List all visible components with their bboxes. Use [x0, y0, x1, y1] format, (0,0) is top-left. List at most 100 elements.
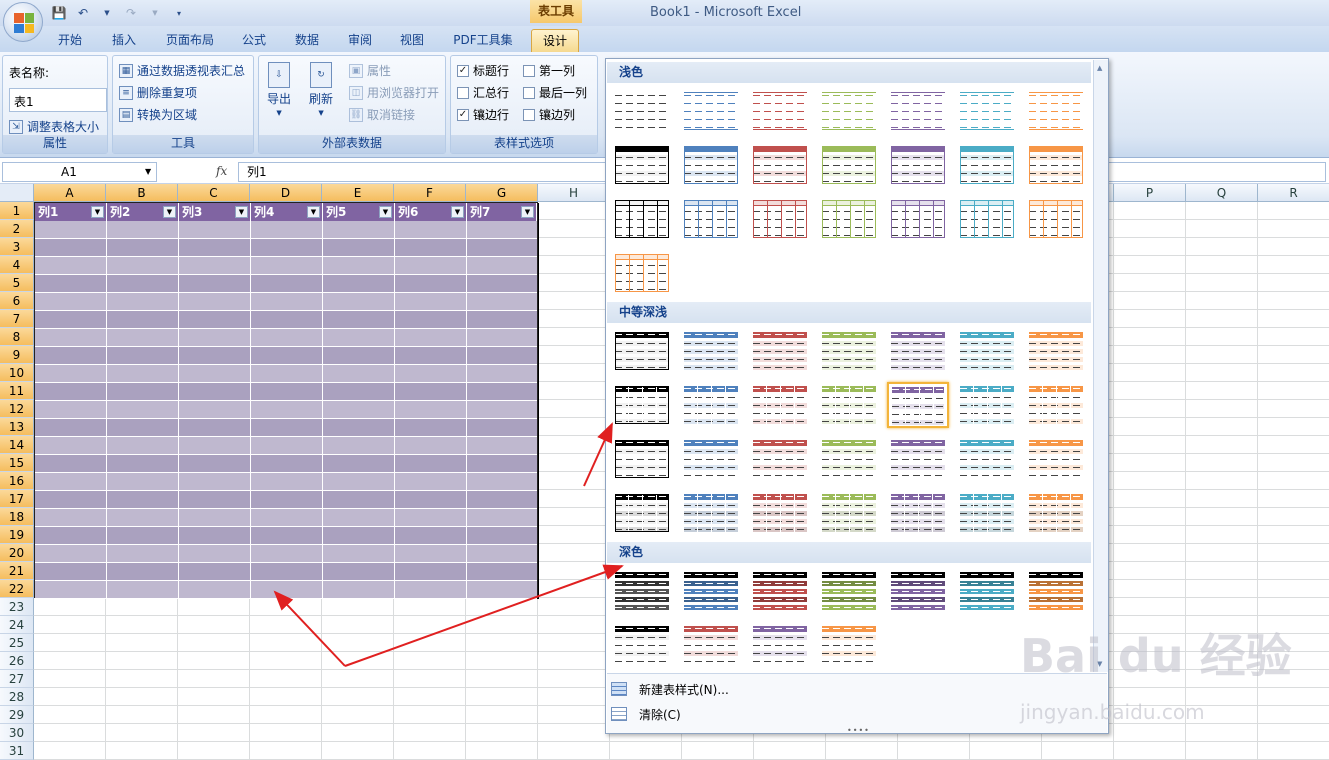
- row-header-22[interactable]: 22: [0, 580, 34, 598]
- row-header-19[interactable]: 19: [0, 526, 34, 544]
- row-header-26[interactable]: 26: [0, 652, 34, 670]
- filter-dropdown-icon[interactable]: ▼: [163, 206, 176, 218]
- table-style-swatch[interactable]: [680, 328, 742, 374]
- table-style-swatch[interactable]: [611, 196, 673, 242]
- row-header-12[interactable]: 12: [0, 400, 34, 418]
- table-style-swatch[interactable]: [611, 142, 673, 188]
- column-header-f[interactable]: F: [394, 184, 466, 202]
- row-header-1[interactable]: 1: [0, 202, 34, 220]
- column-header-b[interactable]: B: [106, 184, 178, 202]
- table-style-swatch[interactable]: [956, 568, 1018, 614]
- column-header-h[interactable]: H: [538, 184, 610, 202]
- column-header-p[interactable]: P: [1114, 184, 1186, 202]
- table-style-swatch[interactable]: [749, 568, 811, 614]
- table-style-swatch[interactable]: [1025, 328, 1087, 374]
- table-style-swatch[interactable]: [818, 436, 880, 482]
- table-style-swatch[interactable]: [887, 142, 949, 188]
- row-header-30[interactable]: 30: [0, 724, 34, 742]
- unlink-button[interactable]: ⛓ 取消链接: [349, 106, 415, 123]
- last-column-checkbox[interactable]: 最后一列: [523, 84, 587, 101]
- table-style-swatch[interactable]: [680, 382, 742, 428]
- table-style-swatch[interactable]: [749, 436, 811, 482]
- row-header-7[interactable]: 7: [0, 310, 34, 328]
- tab-page-layout[interactable]: 页面布局: [158, 29, 222, 52]
- clear-style-item[interactable]: 清除(C): [611, 703, 681, 725]
- row-header-14[interactable]: 14: [0, 436, 34, 454]
- table-style-swatch[interactable]: [749, 196, 811, 242]
- tab-view[interactable]: 视图: [392, 29, 432, 52]
- table-style-swatch[interactable]: [611, 568, 673, 614]
- column-header-g[interactable]: G: [466, 184, 538, 202]
- table-header-cell[interactable]: 列1 ▼: [35, 203, 107, 221]
- new-table-style-item[interactable]: 新建表样式(N)...: [611, 678, 729, 700]
- table-row[interactable]: [35, 509, 537, 527]
- table-style-swatch[interactable]: [956, 142, 1018, 188]
- table-row[interactable]: [35, 311, 537, 329]
- table-style-swatch[interactable]: [749, 490, 811, 536]
- table-row[interactable]: [35, 491, 537, 509]
- column-header-d[interactable]: D: [250, 184, 322, 202]
- table-header-cell[interactable]: 列3 ▼: [179, 203, 251, 221]
- refresh-button[interactable]: ↻ 刷新 ▼: [309, 62, 333, 117]
- table-style-swatch[interactable]: [1025, 382, 1087, 428]
- table-style-swatch[interactable]: [680, 88, 742, 134]
- table-row[interactable]: [35, 563, 537, 581]
- remove-duplicates-button[interactable]: ≡ 删除重复项: [119, 84, 197, 101]
- table-style-swatch[interactable]: [611, 382, 673, 428]
- table-style-swatch[interactable]: [956, 490, 1018, 536]
- row-header-17[interactable]: 17: [0, 490, 34, 508]
- table-row[interactable]: [35, 419, 537, 437]
- row-header-2[interactable]: 2: [0, 220, 34, 238]
- row-header-6[interactable]: 6: [0, 292, 34, 310]
- table-header-cell[interactable]: 列5 ▼: [323, 203, 395, 221]
- filter-dropdown-icon[interactable]: ▼: [379, 206, 392, 218]
- table-style-swatch[interactable]: [818, 568, 880, 614]
- table-header-cell[interactable]: 列7 ▼: [467, 203, 537, 221]
- table-style-swatch[interactable]: [680, 490, 742, 536]
- tab-design[interactable]: 设计: [531, 29, 579, 52]
- banded-rows-checkbox[interactable]: ✓ 镶边行: [457, 106, 509, 123]
- table-style-swatch[interactable]: [680, 568, 742, 614]
- table-style-swatch[interactable]: [1025, 196, 1087, 242]
- table-style-swatch[interactable]: [818, 328, 880, 374]
- table-style-swatch[interactable]: [956, 382, 1018, 428]
- banded-columns-checkbox[interactable]: 镶边列: [523, 106, 575, 123]
- redo-icon[interactable]: ↷: [122, 4, 140, 22]
- column-header-a[interactable]: A: [34, 184, 106, 202]
- undo-dropdown-icon[interactable]: ▼: [98, 4, 116, 22]
- table-style-swatch[interactable]: [749, 382, 811, 428]
- tab-pdf-tools[interactable]: PDF工具集: [446, 29, 520, 52]
- row-header-28[interactable]: 28: [0, 688, 34, 706]
- table-style-swatch[interactable]: [887, 490, 949, 536]
- table-row[interactable]: [35, 383, 537, 401]
- table-row[interactable]: [35, 545, 537, 563]
- convert-to-range-button[interactable]: ▤ 转换为区域: [119, 106, 197, 123]
- table-row[interactable]: [35, 581, 537, 599]
- row-header-4[interactable]: 4: [0, 256, 34, 274]
- name-box-dropdown-icon[interactable]: ▼: [145, 167, 151, 176]
- row-header-23[interactable]: 23: [0, 598, 34, 616]
- filter-dropdown-icon[interactable]: ▼: [235, 206, 248, 218]
- table-style-swatch[interactable]: [1025, 88, 1087, 134]
- table-style-swatch[interactable]: [818, 622, 880, 668]
- table-style-swatch[interactable]: [680, 142, 742, 188]
- table-name-input[interactable]: 表1: [9, 88, 107, 112]
- table-row[interactable]: [35, 329, 537, 347]
- header-row-checkbox[interactable]: ✓ 标题行: [457, 62, 509, 79]
- undo-icon[interactable]: ↶: [74, 4, 92, 22]
- row-header-11[interactable]: 11: [0, 382, 34, 400]
- table-style-swatch[interactable]: [818, 142, 880, 188]
- row-header-25[interactable]: 25: [0, 634, 34, 652]
- row-header-8[interactable]: 8: [0, 328, 34, 346]
- excel-table[interactable]: 列1 ▼ 列2 ▼ 列3 ▼ 列4 ▼ 列5 ▼ 列6 ▼ 列7 ▼: [34, 202, 538, 599]
- table-row[interactable]: [35, 239, 537, 257]
- row-header-29[interactable]: 29: [0, 706, 34, 724]
- table-style-swatch[interactable]: [1025, 142, 1087, 188]
- row-header-13[interactable]: 13: [0, 418, 34, 436]
- table-style-swatch[interactable]: [887, 196, 949, 242]
- tab-formulas[interactable]: 公式: [234, 29, 274, 52]
- table-style-swatch[interactable]: [1025, 490, 1087, 536]
- tab-review[interactable]: 审阅: [340, 29, 380, 52]
- save-icon[interactable]: 💾: [50, 4, 68, 22]
- table-style-swatch[interactable]: [1025, 436, 1087, 482]
